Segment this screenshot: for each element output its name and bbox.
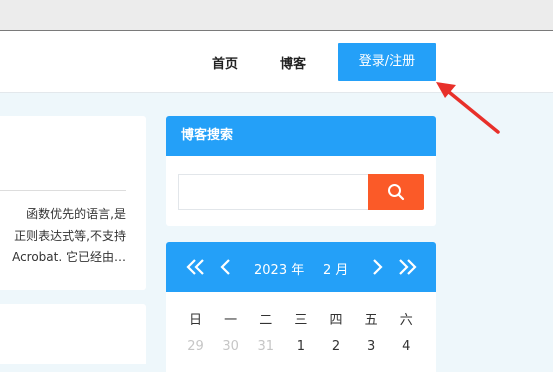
search-button[interactable] <box>368 174 424 210</box>
article-card[interactable] <box>0 304 146 364</box>
blog-search-title: 博客搜索 <box>166 116 436 156</box>
weekday-label: 四 <box>329 312 343 328</box>
article-divider <box>0 190 126 191</box>
calendar-day[interactable]: 2 <box>319 339 354 354</box>
weekday-label: 五 <box>364 312 378 328</box>
calendar-header: 2023 年 2 月 <box>166 242 436 292</box>
calendar-grid: 日 一 二 三 四 五 六 29 30 31 1 2 3 4 <box>178 304 424 360</box>
calendar-weekday-row: 日 一 二 三 四 五 六 <box>178 304 424 332</box>
weekday-label: 六 <box>399 312 413 328</box>
article-excerpt-line: 正则表达式等,不支持 <box>14 229 126 243</box>
calendar-panel: 2023 年 2 月 日 一 二 三 四 五 六 29 30 31 1 2 3 … <box>166 242 436 372</box>
calendar-day[interactable]: 31 <box>248 339 283 354</box>
browser-top-bar <box>0 0 553 31</box>
double-chevron-left-icon[interactable] <box>186 258 206 276</box>
calendar-month: 2 月 <box>323 263 349 278</box>
red-arrow-icon <box>436 82 500 134</box>
calendar-day[interactable]: 4 <box>389 339 424 354</box>
login-register-button[interactable]: 登录/注册 <box>338 43 436 81</box>
calendar-day[interactable]: 3 <box>354 339 389 354</box>
nav-blog-link[interactable]: 博客 <box>280 53 306 72</box>
chevron-left-icon[interactable] <box>220 258 232 276</box>
article-card[interactable]: 函数优先的语言,是 正则表达式等,不支持 Acrobat. 它已经由… <box>0 116 146 290</box>
search-input[interactable] <box>178 174 368 210</box>
calendar-day[interactable]: 30 <box>213 339 248 354</box>
double-chevron-right-icon[interactable] <box>397 258 417 276</box>
weekday-label: 日 <box>189 312 203 328</box>
article-excerpt-line: 函数优先的语言,是 <box>26 207 126 221</box>
weekday-label: 一 <box>224 312 238 328</box>
search-icon <box>388 184 405 201</box>
nav-home-link[interactable]: 首页 <box>212 53 238 72</box>
article-excerpt-line: Acrobat. 它已经由… <box>12 250 126 264</box>
chevron-right-icon[interactable] <box>371 258 383 276</box>
weekday-label: 三 <box>294 312 308 328</box>
calendar-week-row: 29 30 31 1 2 3 4 <box>178 332 424 360</box>
calendar-year: 2023 年 <box>254 263 305 278</box>
weekday-label: 二 <box>259 312 273 328</box>
calendar-day[interactable]: 29 <box>178 339 213 354</box>
blog-search-panel: 博客搜索 <box>166 116 436 226</box>
calendar-day[interactable]: 1 <box>283 339 318 354</box>
